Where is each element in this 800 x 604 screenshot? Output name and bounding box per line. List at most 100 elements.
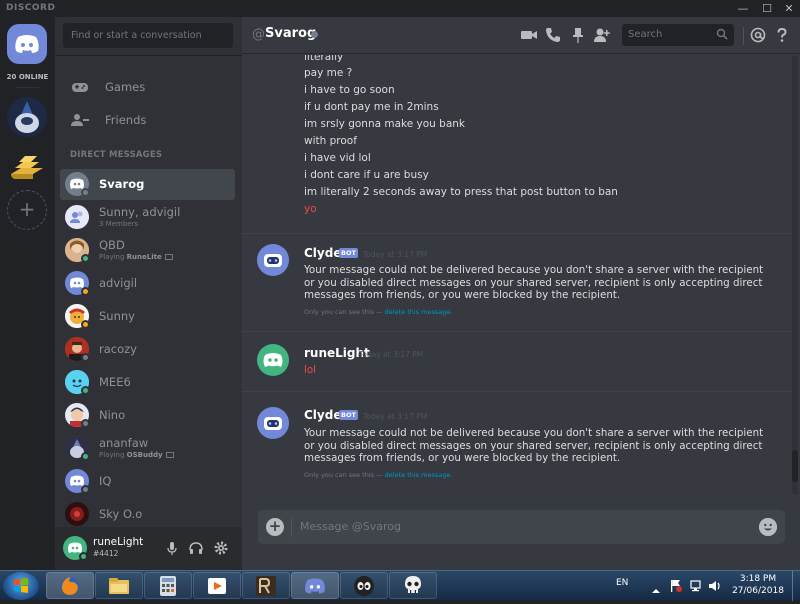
search-input[interactable]: Search (622, 24, 734, 46)
message-author[interactable]: Clyde (304, 408, 341, 422)
activity-prefix: Playing (99, 451, 127, 459)
message-line: i have vid lol (304, 152, 371, 164)
eyes-icon (354, 575, 374, 596)
network-icon[interactable] (690, 578, 704, 597)
show-desktop-button[interactable] (792, 571, 800, 601)
clyde-avatar[interactable] (257, 244, 289, 276)
status-indicator (81, 320, 90, 329)
language-indicator[interactable]: EN (616, 578, 628, 588)
mentions-icon[interactable] (749, 26, 767, 44)
clyde-avatar[interactable] (257, 407, 289, 439)
dm-name: Sunny, advigil (99, 205, 181, 219)
guild-icon-wizard[interactable] (7, 97, 47, 137)
message-line: if u dont pay me in 2mins (304, 101, 439, 113)
sidebar-divider (55, 55, 242, 56)
dm-item-sunny[interactable]: Sunny (60, 301, 235, 332)
taskbar-discord[interactable] (291, 572, 339, 599)
message-list: literally pay me ? i have to go soon if … (242, 55, 800, 495)
message-divider (242, 233, 792, 234)
dm-item-group[interactable]: Sunny, advigil 3 Members (60, 202, 235, 233)
gold-bars-icon (7, 144, 47, 184)
settings-gear-icon[interactable] (213, 540, 229, 556)
maximize-button[interactable]: ☐ (756, 0, 778, 17)
guild-rail: 20 ONLINE + (0, 17, 55, 570)
message-timestamp: Today at 3:17 PM (363, 412, 428, 421)
taskbar-game-app[interactable] (340, 572, 388, 599)
taskbar-runelite[interactable] (242, 572, 290, 599)
dm-item-mee6[interactable]: MEE6 (60, 367, 235, 398)
find-conversation-input[interactable]: Find or start a conversation (63, 23, 233, 48)
taskbar-firefox[interactable] (46, 572, 94, 599)
app-brand: DISCORD (6, 3, 56, 13)
dm-item-qbd[interactable]: QBD Playing RuneLite (60, 235, 235, 266)
microphone-icon[interactable] (164, 540, 180, 556)
dm-name: racozy (99, 342, 137, 356)
emoji-picker-icon[interactable] (759, 518, 777, 536)
discord-app: DISCORD — ☐ ✕ 20 ONLINE + Find or start … (0, 0, 800, 570)
dm-item-svarog[interactable]: Svarog (60, 169, 235, 200)
message-timestamp: Today at 3:17 PM (363, 250, 428, 259)
message-body: Your message could not be delivered beca… (304, 427, 764, 464)
add-friend-icon[interactable] (593, 26, 611, 44)
dm-item-iq[interactable]: IQ (60, 466, 235, 497)
runelite-icon (256, 575, 276, 596)
username: runeLight (93, 536, 144, 548)
message-divider (242, 331, 792, 332)
message-input-placeholder[interactable]: Message @Svarog (300, 520, 401, 533)
group-dm-icon (65, 205, 89, 229)
dm-name: IQ (99, 474, 112, 488)
message-author[interactable]: Clyde (304, 246, 341, 260)
dm-item-ananfaw[interactable]: ananfaw Playing OSBuddy (60, 433, 235, 464)
scrollbar-thumb[interactable] (792, 450, 798, 482)
nav-friends[interactable]: Friends (63, 105, 235, 135)
dm-item-advigil[interactable]: advigil (60, 268, 235, 299)
message-line: i dont care if u are busy (304, 169, 429, 181)
dm-name: Sky O.o (99, 507, 143, 521)
dm-item-sky[interactable]: Sky O.o (60, 499, 235, 530)
home-button[interactable] (7, 24, 47, 64)
volume-icon[interactable] (708, 578, 722, 597)
action-center-flag-icon[interactable] (670, 578, 682, 597)
wizard-icon (7, 97, 47, 137)
message-timestamp: Today at 3:17 PM (359, 350, 424, 359)
voice-call-icon[interactable] (544, 26, 562, 44)
delete-message-link[interactable]: delete this message. (385, 308, 453, 316)
dm-item-racozy[interactable]: racozy (60, 334, 235, 365)
scrollbar-track[interactable] (792, 55, 798, 495)
dm-activity: Playing RuneLite (99, 253, 173, 261)
nav-games[interactable]: Games (63, 72, 235, 102)
media-player-icon (208, 577, 226, 594)
ephemeral-text: Only you can see this — (304, 308, 385, 316)
upload-plus-icon[interactable]: + (266, 518, 284, 536)
add-server-button[interactable]: + (7, 190, 47, 230)
taskbar-skull-app[interactable] (389, 572, 437, 599)
video-call-icon[interactable] (520, 26, 538, 44)
message-divider (242, 391, 792, 392)
help-icon[interactable] (773, 26, 791, 44)
dm-name: MEE6 (99, 375, 131, 389)
delete-message-link[interactable]: delete this message. (385, 471, 453, 479)
start-button[interactable] (3, 572, 39, 600)
dm-members-count: 3 Members (99, 220, 139, 228)
online-count: 20 ONLINE (6, 73, 49, 81)
pin-icon[interactable] (569, 26, 587, 44)
headphones-icon[interactable] (188, 540, 204, 556)
taskbar-calculator[interactable] (144, 572, 192, 599)
chat-area: @ Svarog Search literally pay me ? i hav… (242, 17, 800, 570)
tray-expand-icon[interactable] (652, 580, 660, 599)
firefox-icon (61, 576, 79, 595)
message-composer[interactable]: + Message @Svarog (258, 510, 785, 544)
close-window-button[interactable]: ✕ (778, 0, 800, 17)
runelight-avatar[interactable] (257, 344, 289, 376)
calculator-icon (160, 575, 176, 596)
dm-item-nino[interactable]: Nino (60, 400, 235, 431)
taskbar-file-explorer[interactable] (95, 572, 143, 599)
system-clock[interactable]: 3:18 PM 27/06/2018 (730, 573, 786, 597)
direct-messages-header: DIRECT MESSAGES (70, 150, 163, 160)
guild-icon-gold[interactable] (7, 144, 47, 184)
message-body: lol (304, 364, 317, 376)
status-indicator (81, 353, 90, 362)
minimize-button[interactable]: — (732, 0, 754, 17)
message-line: im literally 2 seconds away to press tha… (304, 186, 618, 198)
taskbar-media-player[interactable] (193, 572, 241, 599)
